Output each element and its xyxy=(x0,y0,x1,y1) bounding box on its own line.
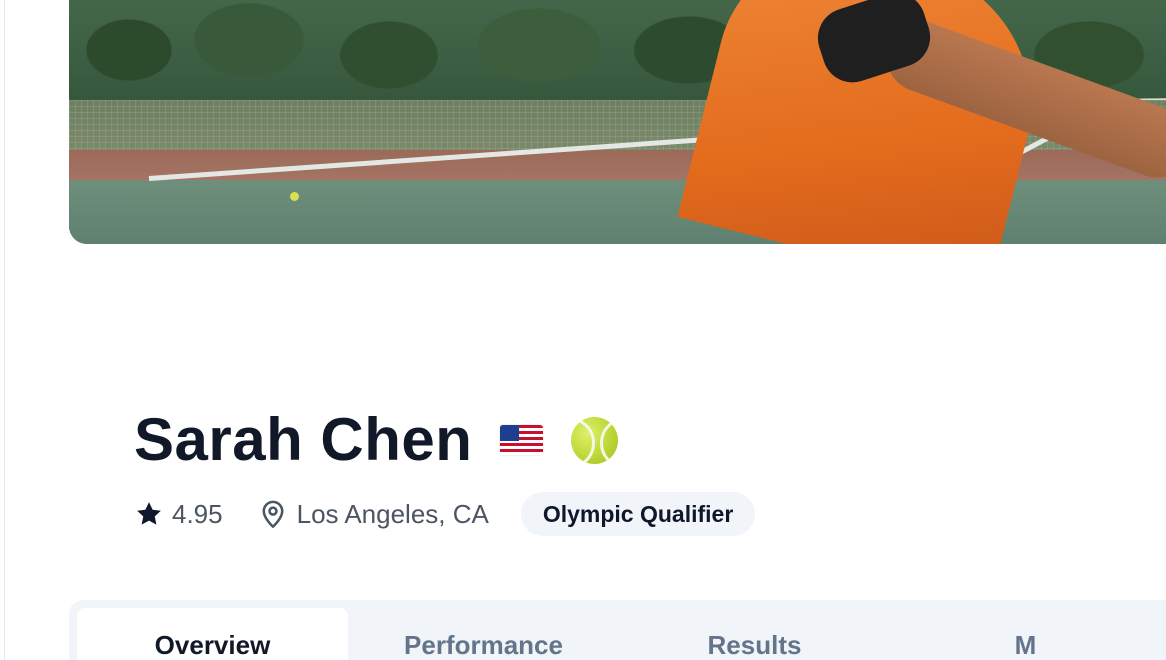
location-text: Los Angeles, CA xyxy=(296,498,489,529)
profile-meta-row: 4.95 Los Angeles, CA Olympic Qualifier xyxy=(134,492,756,536)
cover-photo xyxy=(69,0,1166,244)
tab-more[interactable]: M xyxy=(890,608,1161,660)
athlete-name: Sarah Chen xyxy=(134,406,473,473)
tennis-ball-icon xyxy=(571,416,619,464)
map-pin-icon xyxy=(262,500,284,528)
rating-value: 4.95 xyxy=(172,498,223,529)
profile-name-row: Sarah Chen xyxy=(134,405,619,475)
left-divider xyxy=(4,0,5,660)
profile-tabs: Overview Performance Results M xyxy=(69,600,1166,660)
tab-performance[interactable]: Performance xyxy=(348,608,619,660)
rating: 4.95 xyxy=(134,499,223,530)
star-icon xyxy=(137,502,161,525)
location: Los Angeles, CA xyxy=(259,499,489,530)
tab-overview[interactable]: Overview xyxy=(77,608,348,660)
status-badge: Olympic Qualifier xyxy=(520,492,756,536)
profile-page: Sarah Chen 4.95 Los Angeles, CA Olympic … xyxy=(0,0,1166,660)
us-flag-icon xyxy=(500,425,544,455)
tab-results[interactable]: Results xyxy=(619,608,890,660)
